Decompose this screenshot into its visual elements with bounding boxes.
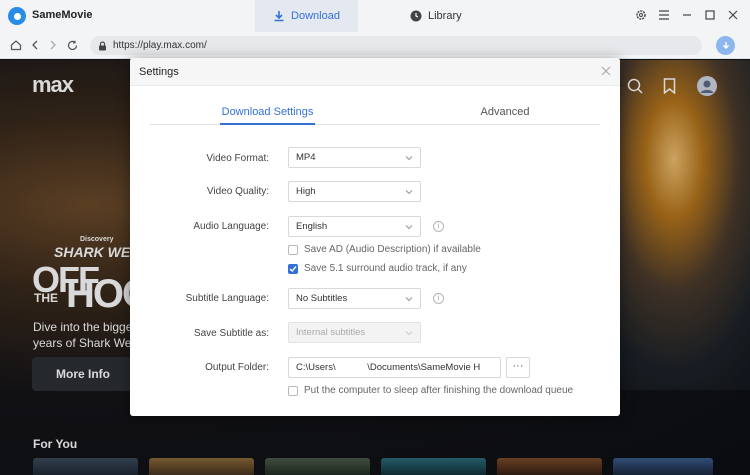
url-text: https://play.max.com/: [113, 40, 207, 51]
save-subtitle-value: Internal subtitles: [296, 327, 366, 338]
tab-library[interactable]: Library: [410, 0, 480, 32]
dialog-header: Settings: [130, 58, 620, 86]
minimize-icon[interactable]: [680, 7, 694, 23]
video-quality-select[interactable]: High: [288, 181, 421, 202]
subtitle-language-select[interactable]: No Subtitles: [288, 288, 421, 309]
settings-dialog: Settings Download Settings Advanced Vide…: [130, 58, 620, 416]
save-51-checkbox[interactable]: [288, 263, 298, 274]
save-ad-checkbox[interactable]: [288, 244, 298, 255]
chevron-down-icon: [405, 331, 413, 336]
video-format-label: Video Format:: [206, 153, 269, 164]
sleep-label: Put the computer to sleep after finishin…: [304, 385, 574, 396]
save-subtitle-select: Internal subtitles: [288, 322, 421, 343]
tab-download-label: Download: [291, 10, 340, 22]
save-51-option[interactable]: Save 5.1 surround audio track, if any: [288, 263, 467, 274]
app-logo-icon: [8, 7, 26, 25]
video-quality-value: High: [296, 186, 316, 197]
address-bar: https://play.max.com/: [0, 32, 750, 59]
audio-language-label: Audio Language:: [193, 221, 269, 232]
sleep-checkbox[interactable]: [288, 385, 298, 396]
chevron-down-icon: [405, 156, 413, 161]
menu-icon[interactable]: [657, 7, 671, 23]
tab-library-label: Library: [428, 10, 462, 22]
save-ad-option[interactable]: Save AD (Audio Description) if available: [288, 244, 481, 255]
download-icon: [274, 11, 284, 22]
video-format-select[interactable]: MP4: [288, 147, 421, 168]
output-folder-label: Output Folder:: [205, 362, 269, 373]
dialog-title: Settings: [139, 66, 179, 78]
close-icon[interactable]: [601, 64, 611, 79]
close-icon[interactable]: [726, 7, 740, 23]
subtitle-language-label: Subtitle Language:: [185, 293, 269, 304]
check-icon: [289, 265, 297, 272]
lock-icon: [99, 40, 106, 50]
title-bar: SameMovie Download Library: [0, 0, 750, 32]
clock-icon: [410, 10, 422, 22]
tab-download[interactable]: Download: [255, 0, 358, 32]
save-ad-label: Save AD (Audio Description) if available: [304, 244, 481, 255]
maximize-icon[interactable]: [703, 7, 717, 23]
tab-advanced[interactable]: Advanced: [460, 106, 550, 125]
video-quality-label: Video Quality:: [206, 186, 269, 197]
chevron-down-icon: [405, 190, 413, 195]
output-folder-input[interactable]: C:\Users\ \Documents\SameMovie H: [288, 357, 501, 378]
window-controls: [634, 7, 740, 23]
info-icon[interactable]: i: [433, 293, 444, 304]
audio-language-select[interactable]: English: [288, 216, 421, 237]
chevron-down-icon: [405, 225, 413, 230]
info-icon[interactable]: i: [433, 221, 444, 232]
video-format-value: MP4: [296, 152, 316, 163]
sleep-option[interactable]: Put the computer to sleep after finishin…: [288, 385, 573, 396]
gear-icon[interactable]: [634, 7, 648, 23]
forward-icon[interactable]: [46, 38, 60, 52]
reload-icon[interactable]: [65, 38, 79, 52]
save-subtitle-label: Save Subtitle as:: [193, 328, 269, 339]
app-name: SameMovie: [32, 9, 93, 21]
audio-language-value: English: [296, 221, 328, 232]
download-circle-icon[interactable]: [716, 36, 735, 55]
url-field[interactable]: https://play.max.com/: [90, 36, 702, 55]
browse-folder-button[interactable]: ···: [506, 357, 530, 378]
subtitle-language-value: No Subtitles: [296, 293, 348, 304]
save-51-label: Save 5.1 surround audio track, if any: [304, 263, 467, 274]
tab-download-settings[interactable]: Download Settings: [220, 106, 315, 125]
back-icon[interactable]: [28, 38, 42, 52]
home-icon[interactable]: [9, 38, 23, 52]
settings-tabs: Download Settings Advanced: [150, 106, 600, 125]
chevron-down-icon: [405, 297, 413, 302]
